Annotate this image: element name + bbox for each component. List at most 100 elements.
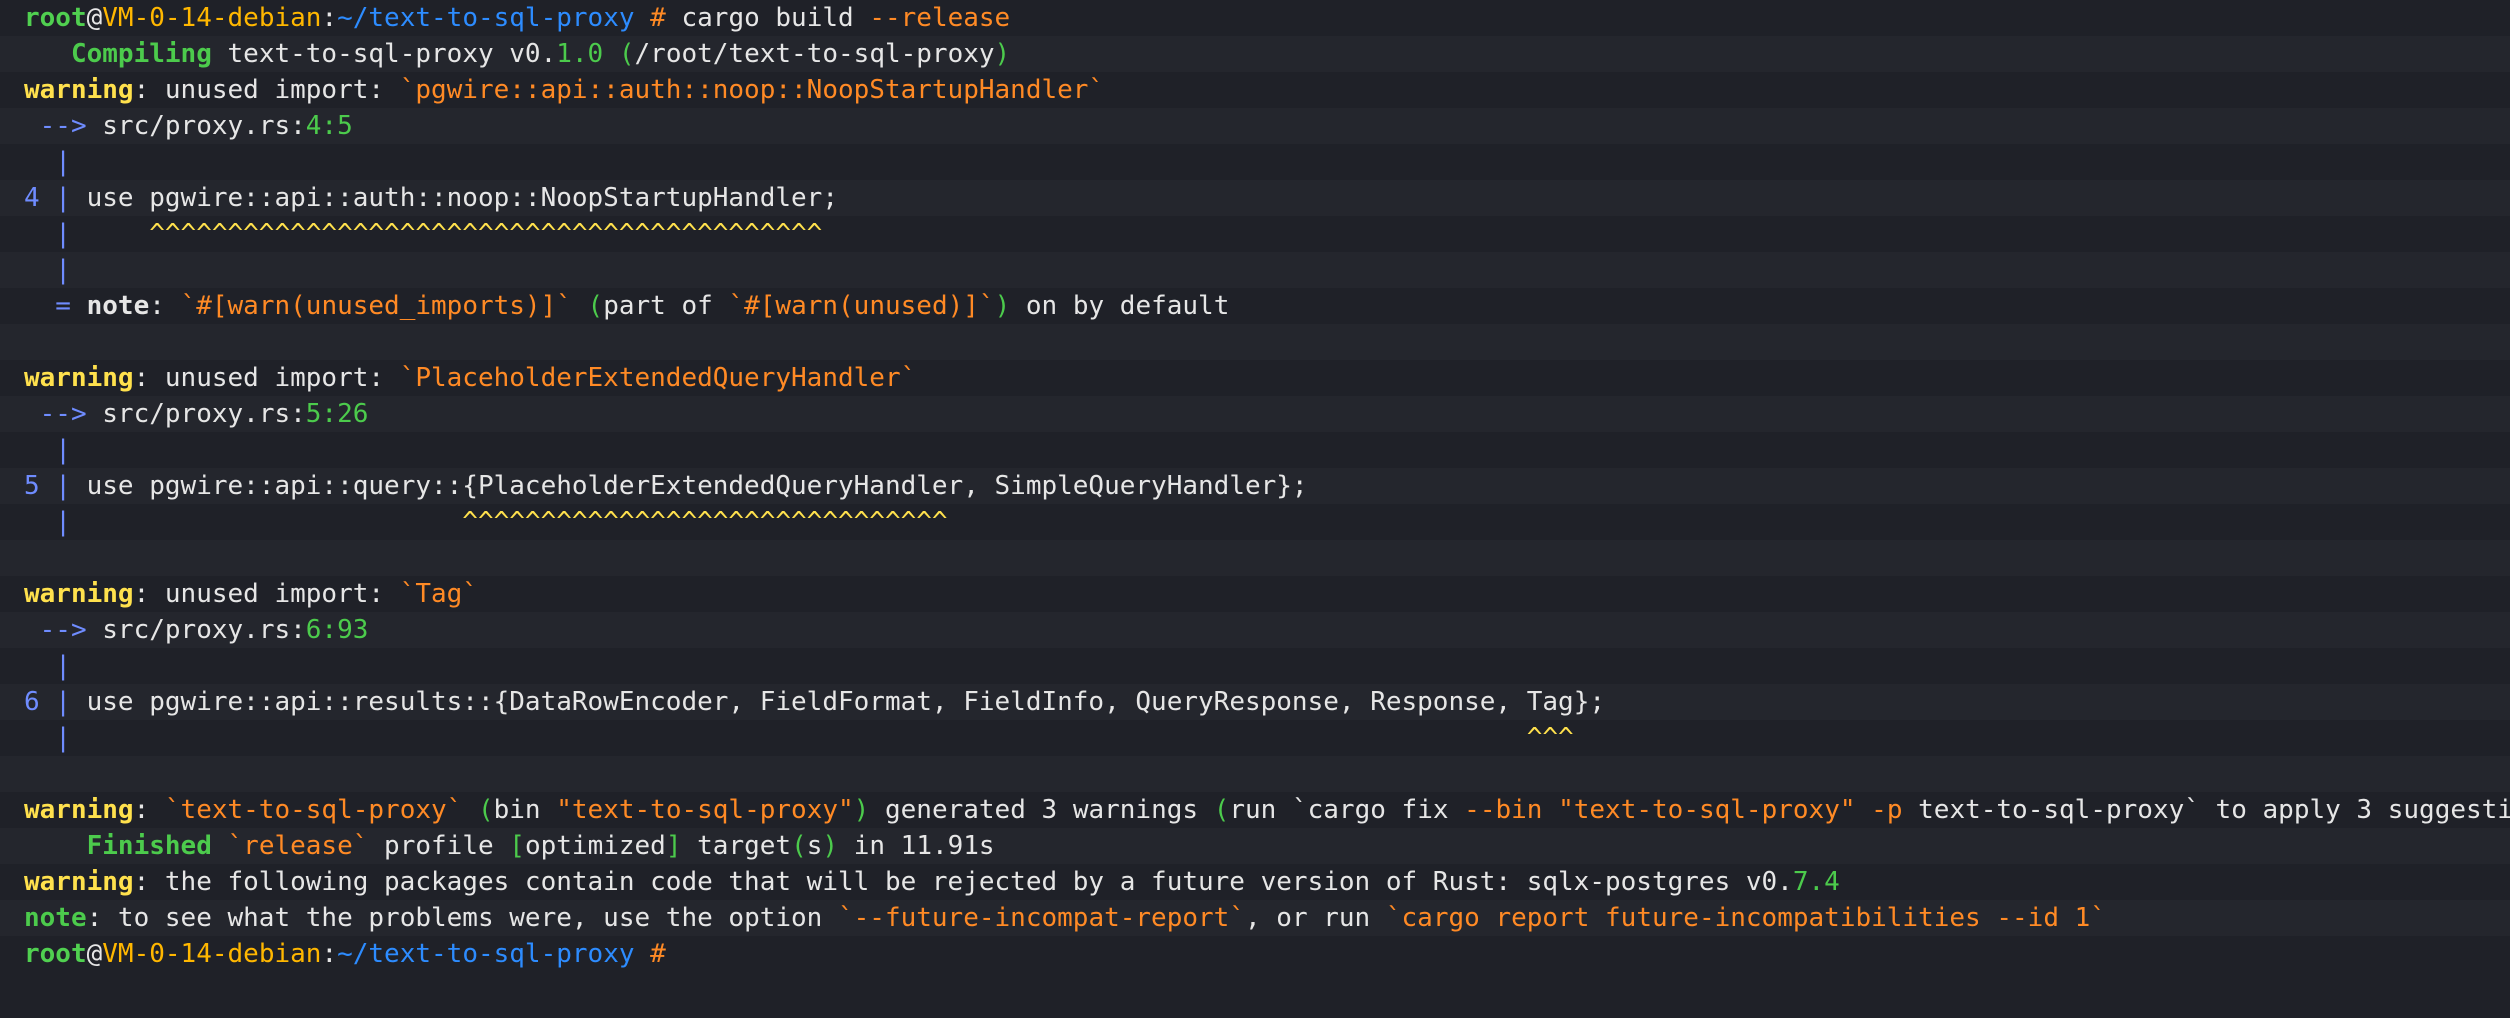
terminal-text-segment: : to see what the problems were, use the…	[86, 903, 838, 933]
terminal-line: 4 | use pgwire::api::auth::noop::NoopSta…	[0, 180, 2510, 216]
terminal-text-segment: 5:26	[305, 399, 369, 429]
terminal-line: root@VM-0-14-debian:~/text-to-sql-proxy …	[0, 0, 2510, 36]
terminal-line: Compiling text-to-sql-proxy v0.1.0 (/roo…	[0, 36, 2510, 72]
terminal-line: |	[0, 432, 2510, 468]
terminal-text-segment: `release`	[227, 831, 369, 861]
terminal-text-segment: :	[149, 291, 181, 321]
terminal-text-segment: bin	[493, 795, 557, 825]
terminal-text-segment: |	[24, 507, 71, 537]
terminal-text-segment: =	[24, 291, 87, 321]
terminal-output[interactable]: root@VM-0-14-debian:~/text-to-sql-proxy …	[0, 0, 2510, 1018]
terminal-text-segment: --bin	[1464, 795, 1559, 825]
terminal-text-segment: -->	[24, 615, 103, 645]
terminal-line: warning: unused import: `pgwire::api::au…	[0, 72, 2510, 108]
terminal-line: 5 | use pgwire::api::query::{Placeholder…	[0, 468, 2510, 504]
terminal-line: |	[0, 648, 2510, 684]
terminal-text-segment: 6:93	[305, 615, 369, 645]
terminal-text-segment: : unused import:	[133, 579, 400, 609]
terminal-text-segment: text-to-sql-proxy v0.	[211, 39, 557, 69]
terminal-text-segment: |	[24, 723, 71, 753]
terminal-text-segment: note	[24, 903, 87, 933]
terminal-text-segment: |	[24, 147, 71, 177]
terminal-text-segment: |	[24, 651, 71, 681]
terminal-text-segment: generated 3 warnings	[869, 795, 1214, 825]
terminal-text-segment: 7.4	[1792, 867, 1840, 897]
terminal-text-segment: )	[994, 39, 1011, 69]
terminal-text-segment: 4:5	[305, 111, 353, 141]
terminal-text-segment: ^^^^^^^^^^^^^^^^^^^^^^^^^^^^^^^^^^^^^^^^…	[70, 219, 823, 249]
terminal-line: root@VM-0-14-debian:~/text-to-sql-proxy …	[0, 936, 2510, 972]
terminal-text-segment: -->	[24, 399, 103, 429]
terminal-text-segment: use pgwire::api::query::{PlaceholderExte…	[70, 471, 1308, 501]
terminal-text-segment: src/proxy.rs:	[102, 615, 306, 645]
terminal-text-segment: : the following packages contain code th…	[133, 867, 1793, 897]
terminal-text-segment: optimized	[524, 831, 666, 861]
terminal-text-segment: s	[806, 831, 823, 861]
terminal-text-segment: (	[791, 831, 807, 861]
terminal-text-segment: root	[24, 939, 87, 969]
terminal-text-segment: ~/text-to-sql-proxy	[337, 3, 635, 33]
terminal-line: = note: `#[warn(unused_imports)]` (part …	[0, 288, 2510, 324]
terminal-text-segment: src/proxy.rs:	[102, 111, 306, 141]
terminal-text-segment: :	[133, 795, 165, 825]
terminal-text-segment: --release	[869, 3, 1011, 33]
terminal-text-segment: [	[509, 831, 525, 861]
terminal-line: --> src/proxy.rs:6:93	[0, 612, 2510, 648]
terminal-line: | ^^^^^^^^^^^^^^^^^^^^^^^^^^^^^^^	[0, 504, 2510, 540]
terminal-text-segment: warning	[24, 795, 134, 825]
terminal-line: |	[0, 144, 2510, 180]
terminal-text-segment: : unused import:	[133, 75, 400, 105]
terminal-line: warning: the following packages contain …	[0, 864, 2510, 900]
terminal-text-segment: root	[24, 3, 87, 33]
terminal-text-segment: warning	[24, 75, 134, 105]
terminal-text-segment: use pgwire::api::auth::noop::NoopStartup…	[70, 183, 838, 213]
terminal-text-segment: in 11.91s	[838, 831, 995, 861]
terminal-text-segment: `PlaceholderExtendedQueryHandler`	[399, 363, 917, 393]
terminal-text-segment: profile	[368, 831, 510, 861]
terminal-line: Finished `release` profile [optimized] t…	[0, 828, 2510, 864]
terminal-text-segment: 5 |	[24, 471, 71, 501]
terminal-text-segment: `#[warn(unused_imports)]`	[180, 291, 572, 321]
terminal-line	[0, 324, 2510, 360]
terminal-line	[0, 756, 2510, 792]
terminal-text-segment: warning	[24, 363, 134, 393]
terminal-text-segment: "text-to-sql-proxy"	[1558, 795, 1856, 825]
terminal-text-segment: /root/text-to-sql-proxy	[634, 39, 995, 69]
terminal-text-segment: 4 |	[24, 183, 71, 213]
terminal-text-segment: )	[853, 795, 870, 825]
terminal-text-segment: note	[86, 291, 150, 321]
terminal-text-segment: warning	[24, 867, 134, 897]
terminal-text-segment: 6 |	[24, 687, 71, 717]
terminal-line: --> src/proxy.rs:4:5	[0, 108, 2510, 144]
terminal-text-segment: Compiling	[70, 39, 212, 69]
terminal-text-segment: warning	[24, 579, 134, 609]
terminal-text-segment: (	[603, 39, 635, 69]
terminal-line: --> src/proxy.rs:5:26	[0, 396, 2510, 432]
terminal-text-segment: `pgwire::api::auth::noop::NoopStartupHan…	[399, 75, 1105, 105]
terminal-text-segment: |	[24, 255, 71, 285]
terminal-text-segment: )	[994, 291, 1011, 321]
terminal-text-segment: -->	[24, 111, 103, 141]
terminal-line: warning: unused import: `Tag`	[0, 576, 2510, 612]
terminal-text-segment: on by default	[1010, 291, 1230, 321]
terminal-line: | ^^^^^^^^^^^^^^^^^^^^^^^^^^^^^^^^^^^^^^…	[0, 216, 2510, 252]
terminal-text-segment: ^^^^^^^^^^^^^^^^^^^^^^^^^^^^^^^	[70, 507, 948, 537]
terminal-text-segment: VM-0-14-debian	[102, 3, 322, 33]
terminal-text-segment: @	[86, 939, 103, 969]
terminal-line: 6 | use pgwire::api::results::{DataRowEn…	[0, 684, 2510, 720]
terminal-text-segment: Finished	[86, 831, 212, 861]
terminal-text-segment: use pgwire::api::results::{DataRowEncode…	[70, 687, 1605, 717]
terminal-text-segment: , or run	[1244, 903, 1386, 933]
terminal-text-segment: )	[822, 831, 839, 861]
terminal-text-segment: text-to-sql-proxy` to apply 3 suggestion…	[1902, 795, 2510, 825]
terminal-text-segment: `--future-incompat-report`	[837, 903, 1245, 933]
terminal-line: |	[0, 252, 2510, 288]
terminal-text-segment: #	[634, 3, 682, 33]
terminal-line: warning: unused import: `PlaceholderExte…	[0, 360, 2510, 396]
terminal-text-segment: part of	[603, 291, 729, 321]
terminal-line: note: to see what the problems were, use…	[0, 900, 2510, 936]
terminal-text-segment: `Tag`	[399, 579, 478, 609]
terminal-text-segment: run `cargo fix	[1229, 795, 1465, 825]
